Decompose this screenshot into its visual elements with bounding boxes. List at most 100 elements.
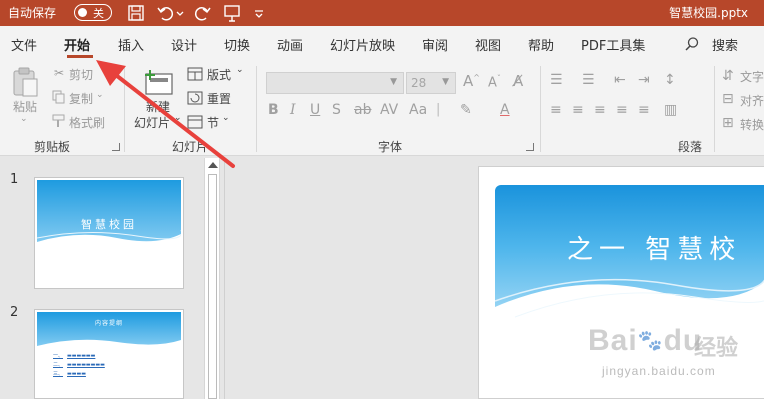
bold-icon[interactable]: B	[268, 102, 279, 118]
tab-design[interactable]: 设计	[171, 35, 197, 54]
decrease-font-icon[interactable]: Aˇ	[488, 74, 501, 90]
columns-icon[interactable]: ▥	[664, 102, 677, 118]
save-icon[interactable]	[126, 3, 146, 23]
scroll-up-icon[interactable]	[208, 162, 218, 168]
new-slide-icon[interactable]	[142, 68, 176, 96]
baidu-watermark: Bai🐾du 经验 jingyan.baidu.com	[588, 320, 758, 390]
slide-thumbnail-1[interactable]: 智慧校园	[34, 177, 184, 289]
slides-scrollbar[interactable]	[204, 158, 220, 399]
tab-review[interactable]: 审阅	[422, 35, 448, 54]
list-item: 二、 ▬▬▬▬▬▬▬▬	[53, 362, 105, 368]
section-icon	[187, 115, 203, 129]
layout-button[interactable]: 版式	[207, 66, 231, 83]
copy-icon	[52, 90, 65, 104]
numbering-icon[interactable]: ☰	[582, 72, 595, 88]
ribbon-home: 粘贴 ⌄ ✂ 剪切 复制 ⌄ 格式刷 剪贴板 新建 幻灯片 ⌄ 版式 ⌄ 重置 …	[0, 60, 764, 156]
customize-toolbar-icon[interactable]	[252, 3, 266, 23]
clipboard-group-label: 剪贴板	[34, 140, 71, 154]
tab-view[interactable]: 视图	[475, 35, 501, 54]
search-button[interactable]: 搜索	[712, 35, 738, 54]
document-title: 智慧校园.pptx	[669, 6, 748, 20]
strikethrough-icon[interactable]: ab	[354, 102, 371, 118]
increase-font-icon[interactable]: A^	[463, 72, 480, 90]
align-right-icon[interactable]: ≡	[594, 102, 606, 118]
present-icon[interactable]	[222, 3, 242, 23]
toggle-state: 关	[93, 7, 104, 20]
thumb-wave	[37, 339, 181, 352]
character-spacing-icon[interactable]: AV	[380, 102, 398, 118]
clipboard-launcher-icon[interactable]	[112, 143, 120, 151]
search-icon[interactable]	[684, 36, 700, 52]
undo-dropdown-icon[interactable]	[174, 3, 186, 23]
slide-number: 1	[10, 172, 19, 187]
tab-home[interactable]: 开始	[64, 35, 90, 54]
tab-help[interactable]: 帮助	[528, 35, 554, 54]
watermark-url: jingyan.baidu.com	[602, 364, 716, 378]
slides-panel: 1 智慧校园 2 内容提纲 一、 ▬▬▬▬▬▬ 二、 ▬▬▬▬▬▬▬▬ 三、 ▬▬▬▬	[0, 157, 222, 399]
bullets-icon[interactable]: ☰	[550, 72, 563, 88]
section-button[interactable]: 节	[207, 114, 219, 131]
scroll-thumb[interactable]	[208, 174, 217, 399]
autosave-toggle[interactable]: 关	[74, 4, 112, 21]
slide-title[interactable]: 之一 智慧校	[567, 229, 741, 266]
slide-thumbnail-2[interactable]: 内容提纲 一、 ▬▬▬▬▬▬ 二、 ▬▬▬▬▬▬▬▬ 三、 ▬▬▬▬	[34, 309, 184, 399]
decrease-indent-icon[interactable]: ⇤	[614, 72, 626, 88]
align-center-icon[interactable]: ≡	[572, 102, 584, 118]
group-separator	[256, 66, 257, 152]
copy-dropdown-icon[interactable]: ⌄	[96, 90, 104, 100]
tab-slideshow[interactable]: 幻灯片放映	[330, 35, 395, 54]
list-item: 一、 ▬▬▬▬▬▬	[53, 353, 96, 359]
paste-button[interactable]: 粘贴	[13, 98, 37, 115]
paste-dropdown-icon[interactable]: ⌄	[20, 114, 28, 124]
italic-icon[interactable]: I	[290, 102, 296, 118]
tab-file[interactable]: 文件	[11, 35, 37, 54]
copy-button[interactable]: 复制	[69, 90, 93, 107]
change-case-icon[interactable]: Aa	[409, 102, 427, 118]
font-size-dropdown-icon: ▼	[442, 77, 449, 87]
new-slide-line2[interactable]: 幻灯片	[134, 114, 170, 131]
layout-icon	[187, 67, 203, 81]
redo-icon[interactable]	[192, 3, 212, 23]
ribbon-tabs: 文件 开始 插入 设计 切换 动画 幻灯片放映 审阅 视图 帮助 PDF工具集 …	[0, 26, 764, 60]
undo-icon[interactable]	[156, 3, 176, 23]
new-slide-line1[interactable]: 新建	[146, 98, 170, 115]
format-painter-button[interactable]: 格式刷	[69, 114, 105, 131]
watermark-brand: Bai🐾du	[588, 324, 703, 357]
line-spacing-icon[interactable]: ↕	[664, 72, 676, 88]
font-name-box[interactable]: ▼	[266, 72, 404, 94]
clear-formatting-icon[interactable]: A̸	[513, 72, 523, 90]
font-group-label: 字体	[378, 140, 403, 154]
underline-icon[interactable]: U	[310, 102, 320, 118]
thumb-title: 智慧校园	[81, 218, 137, 231]
increase-indent-icon[interactable]: ⇥	[638, 72, 650, 88]
section-dropdown-icon[interactable]: ⌄	[222, 113, 230, 123]
layout-dropdown-icon[interactable]: ⌄	[236, 65, 244, 75]
paragraph-group-label: 段落	[678, 140, 703, 154]
new-slide-dropdown-icon[interactable]: ⌄	[174, 113, 182, 123]
distribute-icon[interactable]: ≡	[638, 102, 650, 118]
tab-insert[interactable]: 插入	[118, 35, 144, 54]
font-size-box[interactable]: 28 ▼	[406, 72, 456, 94]
convert-button[interactable]: 转换	[740, 116, 764, 133]
align-text-button[interactable]: 对齐	[740, 92, 764, 109]
text-direction-button[interactable]: 文字	[740, 68, 764, 85]
font-color-icon[interactable]: A	[500, 102, 510, 118]
watermark-cn: 经验	[694, 336, 739, 361]
align-left-icon[interactable]: ≡	[550, 102, 562, 118]
shadow-icon[interactable]: S	[332, 102, 341, 118]
autosave-label: 自动保存	[8, 6, 57, 20]
thumb-list: 一、 ▬▬▬▬▬▬ 二、 ▬▬▬▬▬▬▬▬ 三、 ▬▬▬▬	[53, 352, 105, 379]
font-launcher-icon[interactable]	[526, 143, 534, 151]
font-size-value: 28	[411, 76, 427, 90]
reset-button[interactable]: 重置	[207, 90, 231, 107]
panel-divider[interactable]	[224, 158, 225, 399]
highlight-icon[interactable]: ✎	[460, 102, 472, 118]
tab-animations[interactable]: 动画	[277, 35, 303, 54]
justify-icon[interactable]: ≡	[616, 102, 628, 118]
cut-button[interactable]: 剪切	[69, 66, 93, 83]
tab-pdf-tools[interactable]: PDF工具集	[581, 35, 645, 54]
tab-transitions[interactable]: 切换	[224, 35, 250, 54]
paste-icon[interactable]	[10, 66, 40, 98]
list-item: 三、 ▬▬▬▬	[53, 371, 86, 377]
slides-group-label: 幻灯片	[172, 140, 209, 154]
